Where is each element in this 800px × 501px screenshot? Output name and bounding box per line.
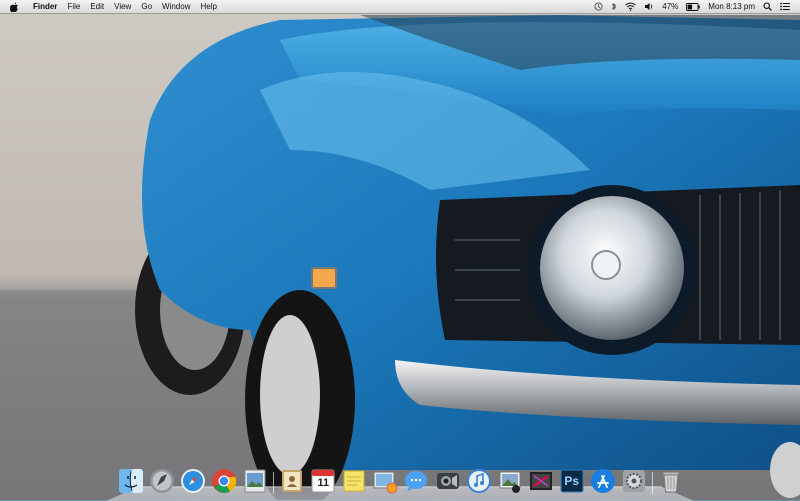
preview-icon[interactable] — [242, 468, 268, 494]
volume-icon[interactable] — [640, 2, 658, 11]
menu-view[interactable]: View — [109, 0, 136, 13]
menu-bar: Finder File Edit View Go Window Help 47%… — [0, 0, 800, 14]
final-cut-icon[interactable] — [528, 468, 554, 494]
wifi-icon[interactable] — [621, 2, 640, 11]
battery-percent[interactable]: 47% — [658, 0, 682, 13]
facetime-icon[interactable] — [435, 468, 461, 494]
menu-app-finder[interactable]: Finder — [24, 0, 62, 13]
spotlight-search-icon[interactable] — [759, 2, 776, 11]
launchpad-icon[interactable] — [149, 468, 175, 494]
clock[interactable]: Mon 8:13 pm — [704, 0, 759, 13]
bluetooth-icon[interactable] — [607, 2, 621, 11]
chrome-icon[interactable] — [211, 468, 237, 494]
menu-help[interactable]: Help — [195, 0, 221, 13]
contacts-icon[interactable] — [279, 468, 305, 494]
time-machine-icon[interactable] — [590, 2, 607, 11]
messages-icon[interactable] — [403, 468, 429, 494]
app-store-icon[interactable] — [590, 468, 616, 494]
dock-separator — [273, 472, 275, 494]
photoshop-label: Ps — [564, 474, 580, 488]
system-preview-icon[interactable] — [372, 468, 398, 494]
system-preferences-icon[interactable] — [621, 468, 647, 494]
menu-edit[interactable]: Edit — [85, 0, 109, 13]
battery-icon[interactable] — [682, 2, 704, 11]
desktop-wallpaper — [0, 0, 800, 500]
calendar-icon[interactable]: 11 — [310, 468, 336, 494]
trash-icon[interactable] — [658, 468, 684, 494]
notification-center-icon[interactable] — [776, 2, 794, 11]
calendar-day: 11 — [317, 477, 330, 489]
menu-window[interactable]: Window — [157, 0, 195, 13]
finder-icon[interactable] — [118, 468, 144, 494]
menu-file[interactable]: File — [62, 0, 85, 13]
dock: 11 Ps — [118, 462, 684, 494]
stickies-icon[interactable] — [341, 468, 367, 494]
safari-icon[interactable] — [180, 468, 206, 494]
photoshop-icon[interactable]: Ps — [559, 468, 585, 494]
apple-menu-icon[interactable] — [8, 1, 20, 13]
menu-go[interactable]: Go — [136, 0, 157, 13]
dock-separator — [651, 472, 653, 494]
itunes-icon[interactable] — [466, 468, 492, 494]
iphoto-icon[interactable] — [497, 468, 523, 494]
